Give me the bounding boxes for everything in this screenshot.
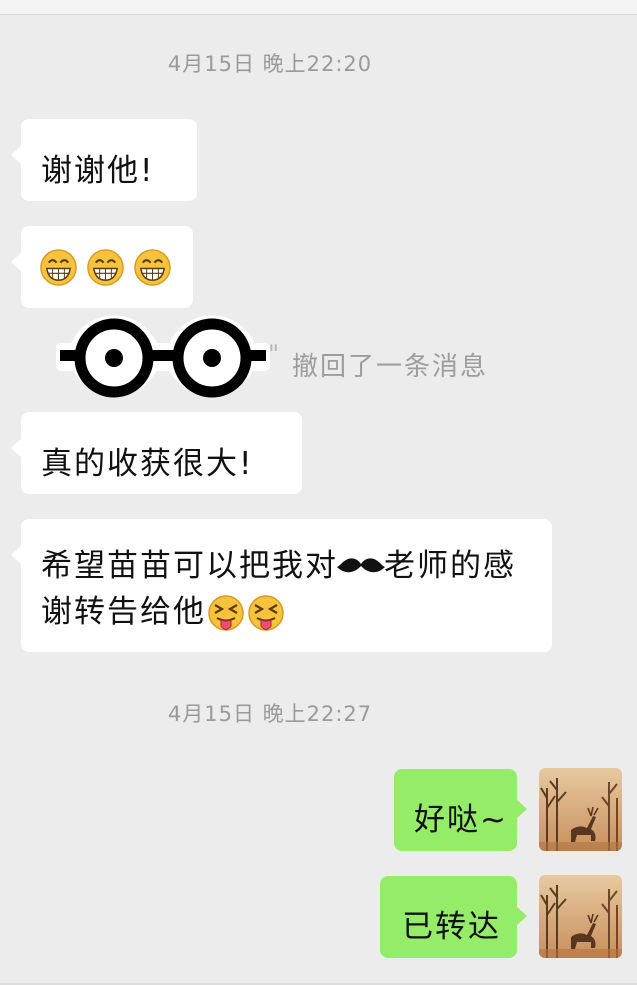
- incoming-emoji-message-bubble[interactable]: [11, 226, 193, 308]
- mustache-sticker: [337, 557, 385, 572]
- message-text: 好哒~: [414, 802, 508, 838]
- deer-avatar: [539, 768, 622, 851]
- outgoing-message-bubble[interactable]: 好哒~: [394, 769, 527, 851]
- grinning-face-icon: [134, 249, 171, 286]
- timestamp: 4月15日 晚上22:27: [167, 702, 373, 726]
- incoming-message-bubble[interactable]: 希望苗苗可以把我对 老师的感谢转告给他: [11, 519, 552, 652]
- recalled-message-notice: " " 撤回了一条消息: [56, 315, 556, 398]
- outgoing-message-bubble[interactable]: 已转达: [380, 876, 527, 958]
- incoming-message-bubble[interactable]: 真的收获很大!: [11, 412, 302, 494]
- incoming-message-bubble[interactable]: 谢谢他!: [11, 119, 197, 201]
- chat-screen: 4月15日 晚上22:20 谢谢他! " 撤回了一条消息 真的收获很大! 希望苗…: [0, 0, 637, 985]
- timestamp: 4月15日 晚上22:20: [167, 52, 373, 76]
- emoji-row: [39, 248, 193, 287]
- message-text: 谢谢他!: [41, 153, 155, 189]
- glasses-sticker: [56, 315, 270, 398]
- recall-text: 撤回了一条消息: [292, 352, 489, 382]
- user-avatar[interactable]: [539, 768, 622, 851]
- message-text-part1: 希望苗苗可以把我对: [41, 548, 338, 584]
- message-text: 已转达: [402, 909, 501, 945]
- header-edge: [0, 0, 637, 15]
- squinting-tongue-face-icon: [248, 594, 284, 631]
- grinning-face-icon: [87, 249, 124, 286]
- grinning-face-icon: [40, 249, 77, 286]
- message-text: 真的收获很大!: [41, 446, 254, 482]
- squinting-tongue-face-icon: [208, 594, 244, 631]
- user-avatar[interactable]: [539, 875, 622, 958]
- deer-avatar: [539, 875, 622, 958]
